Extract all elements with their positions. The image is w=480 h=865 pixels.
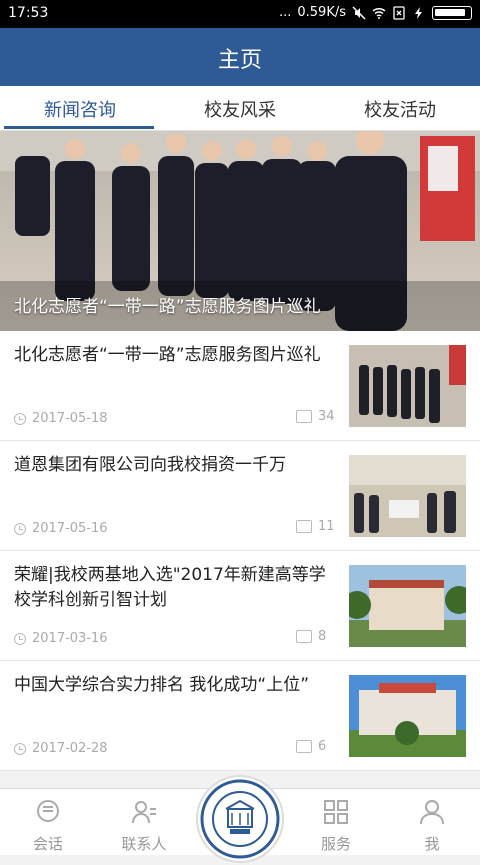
comment-icon (296, 740, 312, 753)
nav-me[interactable]: 我 (384, 789, 480, 855)
battery-icon (432, 5, 472, 20)
news-thumbnail (349, 345, 466, 427)
news-date: 2017-03-16 (32, 631, 108, 646)
news-title: 北化志愿者“一带一路”志愿服务图片巡礼 (14, 345, 321, 365)
nav-me-label: 我 (424, 835, 440, 853)
news-date: 2017-05-18 (32, 411, 108, 426)
clock-icon (14, 412, 26, 425)
network-speed: 0.59K/s (297, 5, 346, 20)
nav-chat[interactable]: 会话 (0, 789, 96, 855)
nav-chat-label: 会话 (32, 835, 63, 853)
news-thumbnail (349, 565, 466, 647)
contacts-icon (132, 801, 156, 824)
tab-bar: 新闻咨询 校友风采 校友活动 (0, 86, 480, 131)
news-item[interactable]: 北化志愿者“一带一路”志愿服务图片巡礼 2017-05-18 34 (0, 331, 480, 441)
news-item[interactable]: 中国大学综合实力排名 我化成功“上位” 2017-02-28 6 (0, 661, 480, 771)
comment-icon (296, 630, 312, 643)
comment-count: 34 (318, 409, 335, 424)
wifi-icon (372, 7, 386, 19)
comment-count: 6 (318, 739, 327, 754)
news-thumbnail (349, 455, 466, 537)
clock-icon (14, 632, 26, 645)
hero-banner[interactable]: 北化志愿者“一带一路”志愿服务图片巡礼 (0, 131, 480, 331)
tab-alumni-activities[interactable]: 校友活动 (320, 96, 480, 122)
page-title: 主页 (217, 48, 262, 73)
nav-contacts[interactable]: 联系人 (96, 789, 192, 855)
clock-icon (14, 742, 26, 755)
clock-icon (14, 522, 26, 535)
nav-contacts-label: 联系人 (121, 835, 167, 853)
chat-icon (37, 800, 59, 822)
charging-icon (415, 6, 422, 19)
university-seal-icon (200, 779, 280, 859)
hero-caption: 北化志愿者“一带一路”志愿服务图片巡礼 (14, 297, 321, 317)
status-time: 17:53 (8, 5, 49, 21)
news-item[interactable]: 荣耀|我校两基地入选"2017年新建高等学校学科创新引智计划 2017-03-1… (0, 551, 480, 661)
status-dots: ... (278, 5, 292, 20)
no-sim-icon (393, 5, 405, 20)
nav-services-label: 服务 (320, 835, 351, 853)
grid-icon (324, 800, 348, 824)
news-thumbnail (349, 675, 466, 757)
news-item[interactable]: 道恩集团有限公司向我校捐资一千万 2017-05-16 11 (0, 441, 480, 551)
news-title: 道恩集团有限公司向我校捐资一千万 (14, 455, 286, 475)
news-date: 2017-05-16 (32, 521, 108, 536)
person-icon (420, 800, 444, 825)
tab-alumni-style[interactable]: 校友风采 (160, 96, 320, 122)
news-list: 北化志愿者“一带一路”志愿服务图片巡礼 2017-05-18 34 道恩集团有限… (0, 331, 480, 771)
app-header: 主页 (0, 28, 480, 86)
nav-services[interactable]: 服务 (288, 789, 384, 855)
tab-news[interactable]: 新闻咨询 (0, 96, 160, 122)
active-tab-indicator (4, 126, 154, 129)
comment-count: 8 (318, 629, 327, 644)
status-bar: 17:53 ... 0.59K/s (0, 0, 480, 28)
mute-icon (352, 5, 366, 20)
comment-icon (296, 410, 312, 423)
university-logo-button[interactable] (196, 775, 284, 863)
comment-count: 11 (318, 519, 335, 534)
comment-icon (296, 520, 312, 533)
news-date: 2017-02-28 (32, 741, 108, 756)
news-title: 荣耀|我校两基地入选"2017年新建高等学校学科创新引智计划 (14, 565, 326, 610)
news-title: 中国大学综合实力排名 我化成功“上位” (14, 675, 310, 695)
